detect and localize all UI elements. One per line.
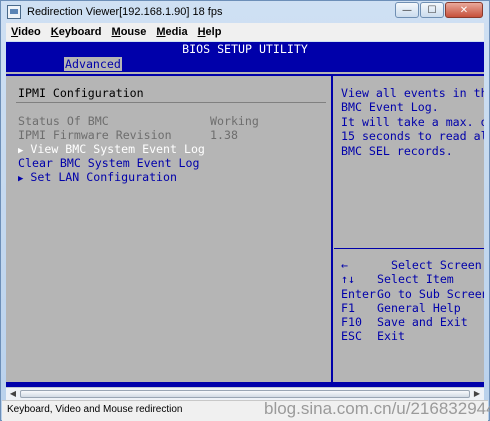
menu-mouse[interactable]: Mouse [107,26,152,38]
settings-pane: IPMI Configuration Status Of BMC Working… [6,76,331,382]
window-title: Redirection Viewer[192.168.1.90] 18 fps [27,6,223,18]
window-controls: — ☐ ✕ [394,2,483,18]
menu-keyboard[interactable]: Keyboard [46,26,107,38]
clear-bmc-event-log-item[interactable]: Clear BMC System Event Log [18,156,199,170]
menu-help[interactable]: Help [193,26,227,38]
bios-frame-divider [331,76,333,382]
scrollbar-thumb[interactable] [20,390,470,398]
help-text: View all events in the BMC Event Log. It w… [341,86,484,158]
ipmi-firmware-value: 1.38 [210,128,238,142]
watermark-text: blog.sina.com.cn/u/2168329447 [264,399,490,418]
view-bmc-event-log-item[interactable]: ▶ View BMC System Event Log [18,142,205,156]
submenu-arrow-icon: ▶ [18,146,24,156]
redirection-viewer-window: Redirection Viewer[192.168.1.90] 18 fps … [0,0,490,421]
key-legend-row: Enter Go to Sub Screen [341,286,484,301]
key-legend: ← Select Screen ↑↓ Select Item Enter Go to… [341,258,484,344]
key-legend-row: ESC Exit [341,329,405,344]
maximize-button[interactable]: ☐ [420,2,444,18]
scroll-left-icon[interactable]: ◀ [7,389,19,399]
submenu-arrow-icon: ▶ [18,174,24,184]
key-legend-row: ← Select Screen [341,258,482,272]
status-text: Keyboard, Video and Mouse redirection [7,404,183,415]
key-legend-row: F10 Save and Exit [341,315,468,330]
minimize-button[interactable]: — [395,2,419,18]
title-bar[interactable]: Redirection Viewer[192.168.1.90] 18 fps … [1,1,489,23]
key-legend-row: ↑↓ Select Item [341,272,454,287]
menu-media[interactable]: Media [151,26,192,38]
bmc-status-label: Status Of BMC [18,114,109,128]
help-divider [334,248,484,249]
menu-video[interactable]: Video [6,26,46,38]
panel-title-rule [16,102,326,103]
close-button[interactable]: ✕ [445,2,483,18]
app-window-icon [7,5,21,19]
tab-advanced[interactable]: Advanced [64,57,122,71]
remote-console-screen[interactable]: BIOS SETUP UTILITY Advanced IPMI Configu… [6,42,484,382]
bmc-status-value: Working [210,114,259,128]
key-legend-row: F1 General Help [341,300,461,315]
panel-title: IPMI Configuration [18,86,144,100]
scroll-right-icon[interactable]: ▶ [471,389,483,399]
bios-tab-row: Advanced [6,56,484,72]
menu-bar: Video Keyboard Mouse Media Help [6,23,484,41]
ipmi-firmware-label: IPMI Firmware Revision [18,128,172,142]
bios-title: BIOS SETUP UTILITY [6,42,484,56]
set-lan-configuration-item[interactable]: ▶ Set LAN Configuration [18,170,177,184]
